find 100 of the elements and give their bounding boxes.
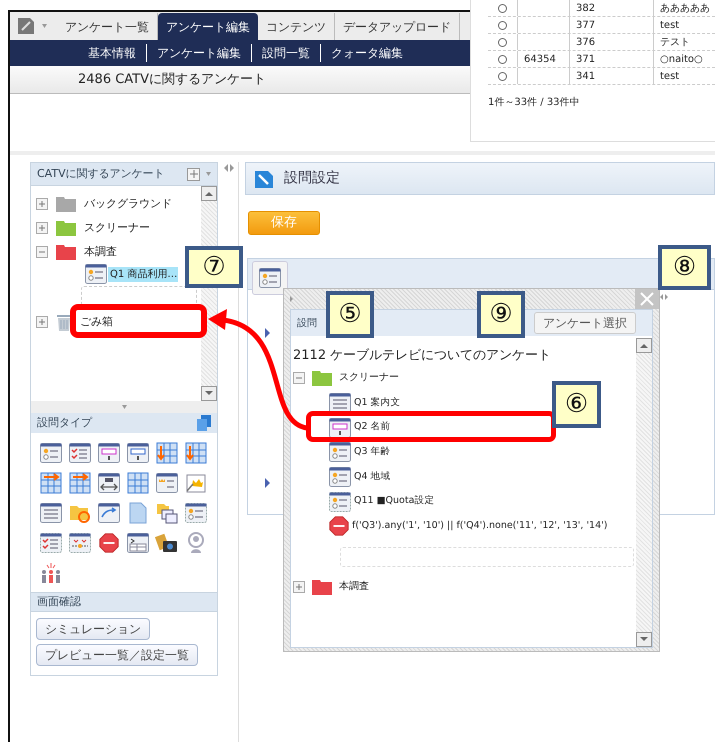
plus-icon — [295, 582, 303, 591]
question-type-button[interactable] — [124, 531, 152, 555]
sub-nav-link[interactable]: アンケート編集 — [146, 44, 251, 62]
table-cell-text: テスト — [659, 36, 690, 50]
tree-item[interactable]: バックグラウンド — [84, 196, 172, 212]
sub-nav-link[interactable]: 基本情報 — [78, 44, 146, 62]
radio-list-icon — [184, 501, 208, 525]
tab[interactable]: アンケート編集 — [158, 13, 258, 40]
question-type-button[interactable] — [37, 441, 65, 465]
collapse-arrow-icon[interactable] — [660, 294, 663, 300]
windows-icon — [155, 501, 179, 525]
radio-list-icon — [328, 440, 352, 464]
radio-list-icon — [328, 464, 352, 489]
survey-title: 2486 CATVに関するアンケート — [78, 70, 266, 89]
table-cell: 382 — [570, 0, 654, 16]
secondary-button[interactable]: シミュレーション — [36, 618, 150, 640]
tree-item[interactable]: スクリーナー — [339, 370, 399, 385]
question-type-button[interactable] — [66, 441, 94, 465]
table-cell-text: ○naito○ — [659, 52, 703, 66]
drop-field[interactable] — [340, 546, 634, 567]
folder-icon — [56, 220, 76, 236]
expand-toggle[interactable] — [293, 580, 305, 593]
question-type-button[interactable] — [37, 531, 65, 555]
add-button[interactable] — [187, 168, 200, 180]
scroll-up-button[interactable] — [636, 338, 652, 353]
question-type-button[interactable] — [95, 441, 123, 465]
question-type-button[interactable] — [95, 501, 123, 525]
table-cell-text: test — [659, 70, 680, 84]
question-type-button[interactable] — [124, 441, 152, 465]
tree-item[interactable]: Q1 案内文 — [354, 396, 401, 410]
collapse-toggle[interactable] — [36, 246, 48, 258]
panel-title: CATVに関するアンケート — [37, 166, 166, 182]
sub-nav-link[interactable]: クォータ編集 — [320, 44, 413, 62]
plus-icon — [38, 224, 46, 232]
radio-button[interactable] — [498, 38, 507, 46]
secondary-button[interactable]: プレビュー一覧／設定一覧 — [36, 644, 198, 666]
expand-toggle[interactable] — [36, 222, 48, 234]
table-icon — [126, 471, 150, 495]
collapse-arrow-icon[interactable] — [224, 164, 228, 172]
radio-button[interactable] — [498, 54, 507, 64]
table-cell: 341 — [570, 68, 654, 84]
text-lines-icon — [39, 501, 63, 525]
question-type-button[interactable] — [95, 471, 123, 495]
trash-icon — [56, 313, 72, 331]
radio-list-icon — [328, 490, 352, 514]
camera-icon — [155, 531, 179, 555]
scroll-down-button[interactable] — [636, 632, 652, 647]
tree-item[interactable]: 本調査 — [84, 244, 117, 260]
callout-number: ⑤ — [326, 291, 374, 338]
table-cell: 376 — [570, 34, 654, 50]
scroll-up-button[interactable] — [201, 186, 217, 201]
collapse-toggle[interactable] — [293, 372, 305, 384]
expand-toggle[interactable] — [36, 198, 48, 210]
question-type-button[interactable] — [182, 501, 210, 525]
tree-item[interactable]: Q2 名前 — [354, 420, 391, 435]
radio-list-icon — [39, 441, 63, 465]
copy-icon[interactable] — [197, 415, 211, 431]
tree-item[interactable]: Q11 ■Quota設定 — [354, 494, 434, 509]
result-count: 1件～33件 / 33件中 — [488, 96, 581, 110]
expand-arrow-icon[interactable] — [290, 296, 293, 302]
tree-item[interactable]: 本調査 — [339, 579, 369, 594]
table-cell-text: test — [659, 18, 680, 32]
survey-name: 2112 ケーブルテレビについてのアンケート — [293, 347, 552, 365]
expand-arrow-icon[interactable] — [665, 294, 668, 300]
up-arrow-icon — [640, 343, 648, 348]
tree-item[interactable]: スクリーナー — [84, 220, 150, 236]
table-cell-text: あああああ — [659, 2, 710, 16]
table-cell: 377 — [570, 17, 654, 33]
tree-item[interactable]: Q1 商品利用… — [108, 266, 178, 282]
scrollbar[interactable] — [636, 338, 652, 647]
edit-document-icon — [254, 168, 274, 188]
scroll-down-button[interactable] — [201, 386, 217, 401]
radio-button[interactable] — [498, 20, 507, 30]
plus-icon — [38, 200, 46, 208]
ranked-list-icon — [155, 471, 179, 495]
folder-icon — [56, 244, 76, 260]
expand-toggle[interactable] — [36, 316, 48, 328]
tree-item[interactable]: Q4 地域 — [354, 470, 391, 484]
question-type-button[interactable] — [66, 531, 94, 555]
tree-item[interactable]: Q3 年齢 — [354, 445, 391, 460]
expand-arrow-icon[interactable] — [265, 478, 270, 488]
sub-nav-link[interactable]: 設問一覧 — [251, 44, 320, 62]
radio-button[interactable] — [498, 72, 507, 80]
down-arrow-icon — [640, 637, 648, 642]
dialog-tab-label: 設問 — [297, 316, 317, 330]
terminal-table-icon — [126, 531, 150, 555]
plus-icon — [38, 318, 46, 326]
tree-item[interactable]: ごみ箱 — [80, 314, 113, 330]
expand-arrow-icon[interactable] — [265, 328, 270, 338]
folder-icon — [312, 370, 332, 386]
expand-arrow-icon[interactable] — [230, 164, 234, 172]
callout-number: ⑧ — [658, 245, 711, 290]
checklist-icon — [39, 531, 63, 555]
tree-item[interactable]: f('Q3').any('1', '10') || f('Q4').none('11', '12', '13', '14') — [352, 519, 608, 534]
question-type-button[interactable] — [37, 501, 65, 525]
question-type-button[interactable] — [153, 471, 181, 495]
radio-button[interactable] — [498, 4, 507, 12]
stop-sign-icon — [98, 532, 120, 554]
select-survey-button[interactable]: アンケート選択 — [534, 312, 636, 334]
up-arrow-icon — [205, 191, 213, 196]
